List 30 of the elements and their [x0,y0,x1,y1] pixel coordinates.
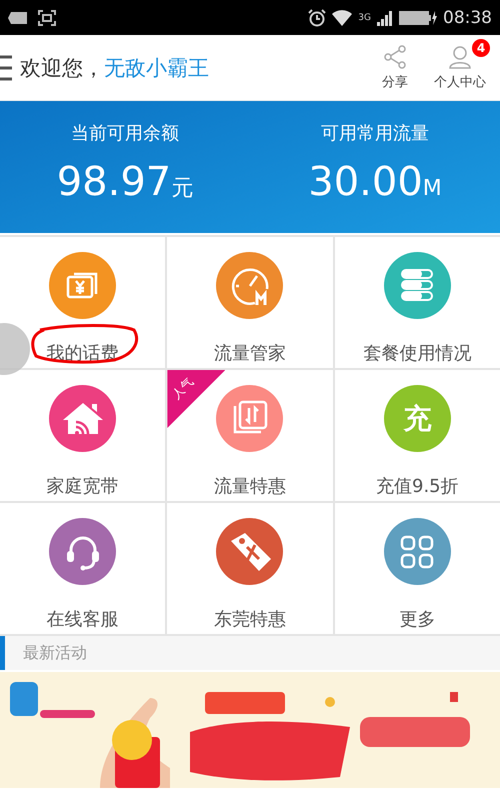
recharge-icon: 充 [384,385,451,452]
screenshot-icon [38,10,56,26]
balance-label: 当前可用余额 [71,122,179,145]
message-icon [8,10,28,24]
clock: 08:38 [443,8,492,28]
service-tile[interactable]: 在线客服 [0,503,166,634]
balance-value: 98.97 元 [56,159,194,205]
network-type: 3G [358,12,371,22]
service-tile[interactable]: 充 充值9.5折 [334,370,500,501]
service-tile[interactable]: 家庭宽带 [0,370,166,501]
user-icon [448,44,472,68]
balance-label: 可用常用流量 [321,122,429,145]
wifi-icon [332,10,352,26]
alarm-icon [308,8,326,26]
menu-icon[interactable] [0,54,12,80]
notification-badge: 4 [472,38,490,56]
welcome-text: 欢迎您，无敌小霸王 [20,54,209,82]
service-tile[interactable]: 流量管家 [167,237,333,368]
balance-value: 30.00M [308,159,442,205]
battery-icon [399,10,437,24]
service-tile[interactable]: 套餐使用情况 [334,237,500,368]
signal-icon [377,10,393,26]
section-title: 最新活动 [23,642,87,664]
service-tile[interactable]: 流量特惠 人气 [167,370,333,501]
service-tile[interactable]: 更多 [334,503,500,634]
share-button[interactable]: 分享 [376,40,414,94]
popular-ribbon: 人气 [167,370,226,428]
service-tile[interactable]: 东莞特惠 [167,503,333,634]
share-icon [383,44,407,68]
profile-button[interactable]: 个人中心 4 [428,40,492,94]
